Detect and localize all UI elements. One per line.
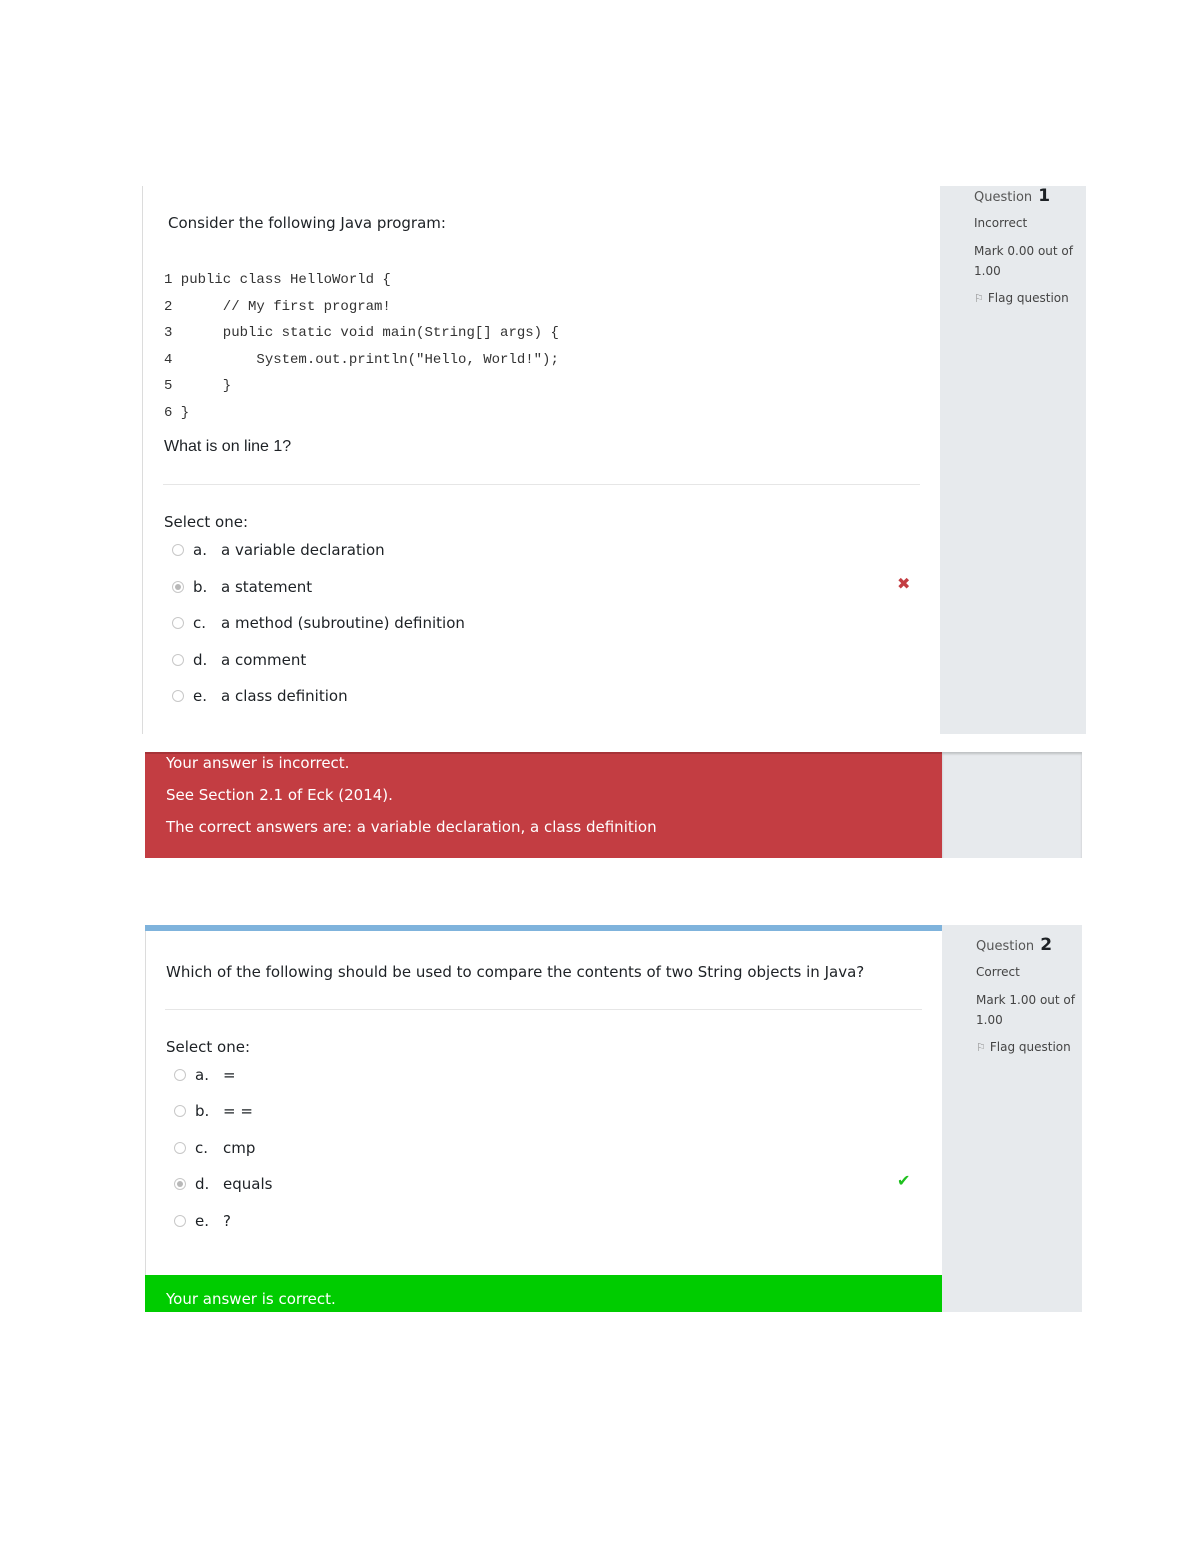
option-text: ? xyxy=(223,1212,231,1230)
question-2-info-panel: Question 2 Correct Mark 1.00 out of 1.00… xyxy=(942,925,1082,1312)
radio-button[interactable] xyxy=(172,690,184,702)
flag-question-link[interactable]: ⚐ Flag question xyxy=(974,291,1069,305)
option-text: cmp xyxy=(223,1139,256,1157)
answer-option-c[interactable]: c. cmp xyxy=(174,1139,255,1157)
feedback-side-panel xyxy=(942,752,1082,858)
radio-button[interactable] xyxy=(172,544,184,556)
option-letter: d. xyxy=(195,1175,210,1193)
option-text: a comment xyxy=(221,651,307,669)
question-intro: Consider the following Java program: xyxy=(168,214,446,232)
feedback-incorrect: Your answer is incorrect. See Section 2.… xyxy=(145,752,942,858)
divider xyxy=(163,484,920,485)
code-line: 3 public static void main(String[] args)… xyxy=(164,325,559,341)
option-text: a statement xyxy=(221,578,313,596)
code-line: 6 } xyxy=(164,404,190,421)
radio-button[interactable] xyxy=(172,617,184,629)
question-2-content xyxy=(145,931,943,1275)
correct-check-icon: ✔ xyxy=(897,1171,911,1190)
question-1-info-panel: Question 1 Incorrect Mark 0.00 out of 1.… xyxy=(940,186,1086,734)
flag-question-label: Flag question xyxy=(989,1040,1071,1054)
feedback-correct: Your answer is correct. xyxy=(145,1275,942,1312)
option-text: a variable declaration xyxy=(221,541,385,559)
flag-icon: ⚐ xyxy=(974,292,984,305)
answer-option-e[interactable]: e. ? xyxy=(174,1212,231,1230)
option-text: a method (subroutine) definition xyxy=(221,614,465,632)
flag-question-link[interactable]: ⚐ Flag question xyxy=(976,1040,1071,1054)
radio-button-selected[interactable] xyxy=(174,1178,186,1190)
mark-line-1: Mark 1.00 out of xyxy=(976,993,1075,1007)
mark-line-2: 1.00 xyxy=(976,1013,1003,1027)
option-text: = = xyxy=(223,1102,253,1120)
radio-button[interactable] xyxy=(172,654,184,666)
answer-option-e[interactable]: e. a class definition xyxy=(172,687,348,705)
answer-option-b[interactable]: b. = = xyxy=(174,1102,253,1120)
feedback-line: Your answer is incorrect. xyxy=(166,754,350,772)
answer-option-b[interactable]: b. a statement xyxy=(172,578,312,596)
option-letter: b. xyxy=(195,1102,210,1120)
feedback-line: Your answer is correct. xyxy=(166,1290,336,1308)
question-label: Question xyxy=(974,190,1033,205)
flag-icon: ⚐ xyxy=(976,1041,986,1054)
option-letter: c. xyxy=(195,1139,209,1157)
radio-button[interactable] xyxy=(174,1069,186,1081)
select-one-label: Select one: xyxy=(166,1038,251,1056)
code-line: 2 // My first program! xyxy=(164,298,391,315)
option-letter: d. xyxy=(193,651,208,669)
question-label: Question xyxy=(976,939,1035,954)
radio-button[interactable] xyxy=(174,1105,186,1117)
code-line: 1 public class HelloWorld { xyxy=(164,272,391,288)
option-text: a class definition xyxy=(221,687,348,705)
option-text: = xyxy=(223,1066,236,1084)
feedback-line: See Section 2.1 of Eck (2014). xyxy=(166,786,393,804)
radio-button-selected[interactable] xyxy=(172,581,184,593)
option-letter: e. xyxy=(195,1212,209,1230)
question-number: Question 2 xyxy=(976,935,1052,955)
question-prompt: What is on line 1? xyxy=(164,438,292,455)
option-letter: a. xyxy=(195,1066,209,1084)
feedback-line: The correct answers are: a variable decl… xyxy=(166,818,657,836)
radio-button[interactable] xyxy=(174,1142,186,1154)
divider xyxy=(165,1009,922,1010)
question-number-value: 1 xyxy=(1038,186,1051,206)
option-letter: c. xyxy=(193,614,207,632)
question-number-value: 2 xyxy=(1040,935,1053,955)
option-text: equals xyxy=(223,1175,273,1193)
option-letter: b. xyxy=(193,578,208,596)
question-state: Incorrect xyxy=(974,216,1028,230)
answer-option-d[interactable]: d. a comment xyxy=(172,651,306,669)
question-state: Correct xyxy=(976,965,1020,979)
mark-line-2: 1.00 xyxy=(974,264,1001,278)
radio-button[interactable] xyxy=(174,1215,186,1227)
option-letter: e. xyxy=(193,687,207,705)
code-line: 5 } xyxy=(164,378,232,394)
answer-option-d[interactable]: d. equals xyxy=(174,1175,272,1193)
answer-option-c[interactable]: c. a method (subroutine) definition xyxy=(172,614,465,632)
question-mark: Mark 0.00 out of 1.00 xyxy=(974,241,1073,281)
question-prompt: Which of the following should be used to… xyxy=(166,963,865,981)
incorrect-x-icon: ✖ xyxy=(897,574,911,593)
question-mark: Mark 1.00 out of 1.00 xyxy=(976,990,1075,1030)
code-block: 1 public class HelloWorld { 2 // My firs… xyxy=(164,272,559,431)
question-number: Question 1 xyxy=(974,186,1050,206)
answer-option-a[interactable]: a. = xyxy=(174,1066,236,1084)
select-one-label: Select one: xyxy=(164,513,249,531)
flag-question-label: Flag question xyxy=(987,291,1069,305)
mark-line-1: Mark 0.00 out of xyxy=(974,244,1073,258)
code-line: 4 System.out.println("Hello, World!"); xyxy=(164,351,559,368)
answer-option-a[interactable]: a. a variable declaration xyxy=(172,541,385,559)
option-letter: a. xyxy=(193,541,207,559)
